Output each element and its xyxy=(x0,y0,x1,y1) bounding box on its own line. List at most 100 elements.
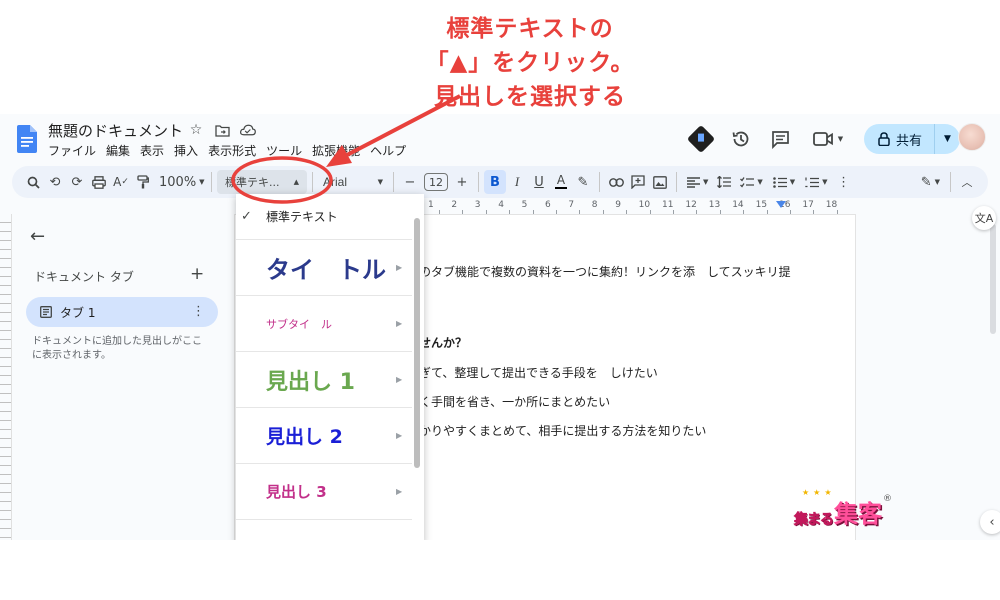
menu-scrollbar[interactable] xyxy=(414,218,420,468)
search-menus-icon[interactable] xyxy=(22,170,44,194)
highlight-icon[interactable]: ✎ xyxy=(572,170,594,194)
style-option-normal-text[interactable]: ✓ 標準テキスト xyxy=(236,194,412,240)
menu-bar: ファイル 編集 表示 挿入 表示形式 ツール 拡張機能 ヘルプ xyxy=(48,142,406,159)
insert-link-icon[interactable] xyxy=(605,170,627,194)
style-option-subtitle[interactable]: サブタイ ル ▶ xyxy=(236,296,412,352)
document-tab-icon xyxy=(40,306,52,318)
translate-icon[interactable]: 文A xyxy=(972,206,996,230)
side-panel-collapse-icon[interactable]: ‹ xyxy=(980,510,1000,534)
style-option-heading-3[interactable]: 見出し 3 ▶ xyxy=(236,464,412,520)
submenu-arrow-icon: ▶ xyxy=(396,375,403,384)
checklist-select[interactable]: ▼ xyxy=(735,170,767,194)
menu-file[interactable]: ファイル xyxy=(48,142,96,159)
style-label-subtitle: サブタイ ル xyxy=(266,317,332,331)
ruler-tick-label: 2 xyxy=(451,200,458,210)
bulleted-list-icon xyxy=(772,176,787,188)
insert-image-icon[interactable] xyxy=(649,170,671,194)
style-option-heading-1[interactable]: 見出し 1 ▶ xyxy=(236,352,412,408)
logo-registered-mark: ® xyxy=(883,494,892,504)
document-line: のタブ機能で複数の資料を一つに集約！リンクを添 してスッキリ提 xyxy=(419,265,791,279)
numbered-list-select[interactable]: ▼ xyxy=(800,170,832,194)
star-icon[interactable]: ☆ xyxy=(188,122,204,138)
horizontal-ruler[interactable]: 1 2 3 4 5 6 7 8 9 10 11 12 13 14 15 16 17 18 xyxy=(426,200,856,214)
zoom-value: 100% xyxy=(159,174,197,190)
decrease-font-size-button[interactable]: − xyxy=(399,170,421,194)
ruler-tick-label: 6 xyxy=(545,200,551,210)
menu-format[interactable]: 表示形式 xyxy=(208,142,256,159)
font-size-input[interactable]: 12 xyxy=(424,173,448,191)
menu-insert[interactable]: 挿入 xyxy=(174,142,198,159)
document-line: く手間を省き、一か所にまとめたい xyxy=(419,395,611,409)
share-button[interactable]: 共有 ▼ xyxy=(863,124,960,154)
add-comment-icon[interactable] xyxy=(627,170,649,194)
editing-mode-select[interactable]: ✎ ▼ xyxy=(916,170,945,194)
menu-view[interactable]: 表示 xyxy=(140,142,164,159)
share-dropdown-button[interactable]: ▼ xyxy=(934,124,960,154)
ruler-tick-label: 18 xyxy=(825,200,838,210)
font-value: Arial xyxy=(323,175,348,189)
toolbar-divider xyxy=(676,172,677,192)
ruler-tick-label: 9 xyxy=(615,200,621,210)
style-option-title[interactable]: タイ トル ▶ xyxy=(236,240,412,296)
docs-logo-icon[interactable] xyxy=(17,125,37,153)
ruler-tick-label: 5 xyxy=(521,200,528,210)
annotation-caption: 標準テキストの 「▲」をクリック。 見出しを選択する xyxy=(330,12,730,114)
bold-button[interactable]: B xyxy=(484,170,506,194)
text-color-button[interactable]: A xyxy=(550,170,572,194)
menu-tools[interactable]: ツール xyxy=(266,142,302,159)
spellcheck-icon[interactable]: A ✓ xyxy=(110,170,132,194)
add-tab-button[interactable]: + xyxy=(190,264,204,284)
print-icon[interactable] xyxy=(88,170,110,194)
meet-icon[interactable]: ▼ xyxy=(810,128,846,150)
annotation-line-2: 「▲」をクリック。 xyxy=(425,50,635,76)
vertical-ruler xyxy=(0,214,12,540)
submenu-arrow-icon: ▶ xyxy=(396,263,403,272)
document-scrollbar[interactable] xyxy=(990,224,996,334)
more-options-icon[interactable]: ⋮ xyxy=(833,170,855,194)
back-arrow-icon[interactable]: ← xyxy=(30,226,45,247)
chevron-down-icon: ▼ xyxy=(377,178,383,186)
avatar[interactable] xyxy=(958,123,986,151)
zoom-select[interactable]: 100% ▼ xyxy=(154,170,206,194)
bulleted-list-select[interactable]: ▼ xyxy=(768,170,800,194)
ruler-tick-label: 14 xyxy=(732,200,744,210)
hide-menus-icon[interactable]: ︿ xyxy=(956,170,978,194)
gemini-icon[interactable] xyxy=(686,124,716,154)
paint-format-icon[interactable] xyxy=(132,170,154,194)
share-main-button[interactable]: 共有 xyxy=(864,124,934,154)
indent-marker-icon[interactable] xyxy=(776,201,786,208)
style-option-heading-2[interactable]: 見出し 2 ▶ xyxy=(236,408,412,464)
numbered-list-icon xyxy=(805,177,820,187)
menu-help[interactable]: ヘルプ xyxy=(370,142,406,159)
cloud-status-icon[interactable] xyxy=(240,122,256,138)
undo-icon[interactable]: ⟲ xyxy=(44,170,66,194)
toolbar: ⟲ ⟳ A ✓ 100% ▼ 標準テキ... ▲ Arial ▼ − 12 + B I … xyxy=(12,166,988,198)
outline-hint-text: ドキュメントに追加した見出しがここに表示されます。 xyxy=(32,336,202,361)
redo-icon[interactable]: ⟳ xyxy=(66,170,88,194)
increase-font-size-button[interactable]: + xyxy=(451,170,473,194)
menu-extensions[interactable]: 拡張機能 xyxy=(312,142,360,159)
tab-options-icon[interactable]: ⋮ xyxy=(192,304,205,319)
style-label-normal-text: 標準テキスト xyxy=(266,210,338,224)
history-icon[interactable] xyxy=(730,128,752,150)
underline-button[interactable]: U xyxy=(528,170,550,194)
header-actions: ▼ 共有 ▼ xyxy=(686,124,960,154)
menu-edit[interactable]: 編集 xyxy=(106,142,130,159)
style-label-heading-3: 見出し 3 xyxy=(266,483,327,501)
comment-icon[interactable] xyxy=(770,128,792,150)
logo-stars: ★★★ xyxy=(802,488,836,497)
tab-1[interactable]: タブ 1 xyxy=(26,297,218,327)
toolbar-divider xyxy=(393,172,394,192)
toolbar-divider xyxy=(599,172,600,192)
style-dropdown-arrow-icon[interactable]: ▲ xyxy=(294,178,299,186)
ruler-tick-label: 10 xyxy=(638,200,651,210)
move-folder-icon[interactable] xyxy=(214,122,230,138)
font-select[interactable]: Arial ▼ xyxy=(318,170,388,194)
ruler-tick-label: 13 xyxy=(708,200,721,210)
line-spacing-icon[interactable] xyxy=(713,170,735,194)
document-title[interactable]: 無題のドキュメント xyxy=(48,120,183,141)
align-select[interactable]: ▼ xyxy=(682,170,713,194)
paragraph-style-select[interactable]: 標準テキ... ▲ xyxy=(217,170,307,194)
checklist-icon xyxy=(740,176,755,188)
italic-button[interactable]: I xyxy=(506,170,528,194)
